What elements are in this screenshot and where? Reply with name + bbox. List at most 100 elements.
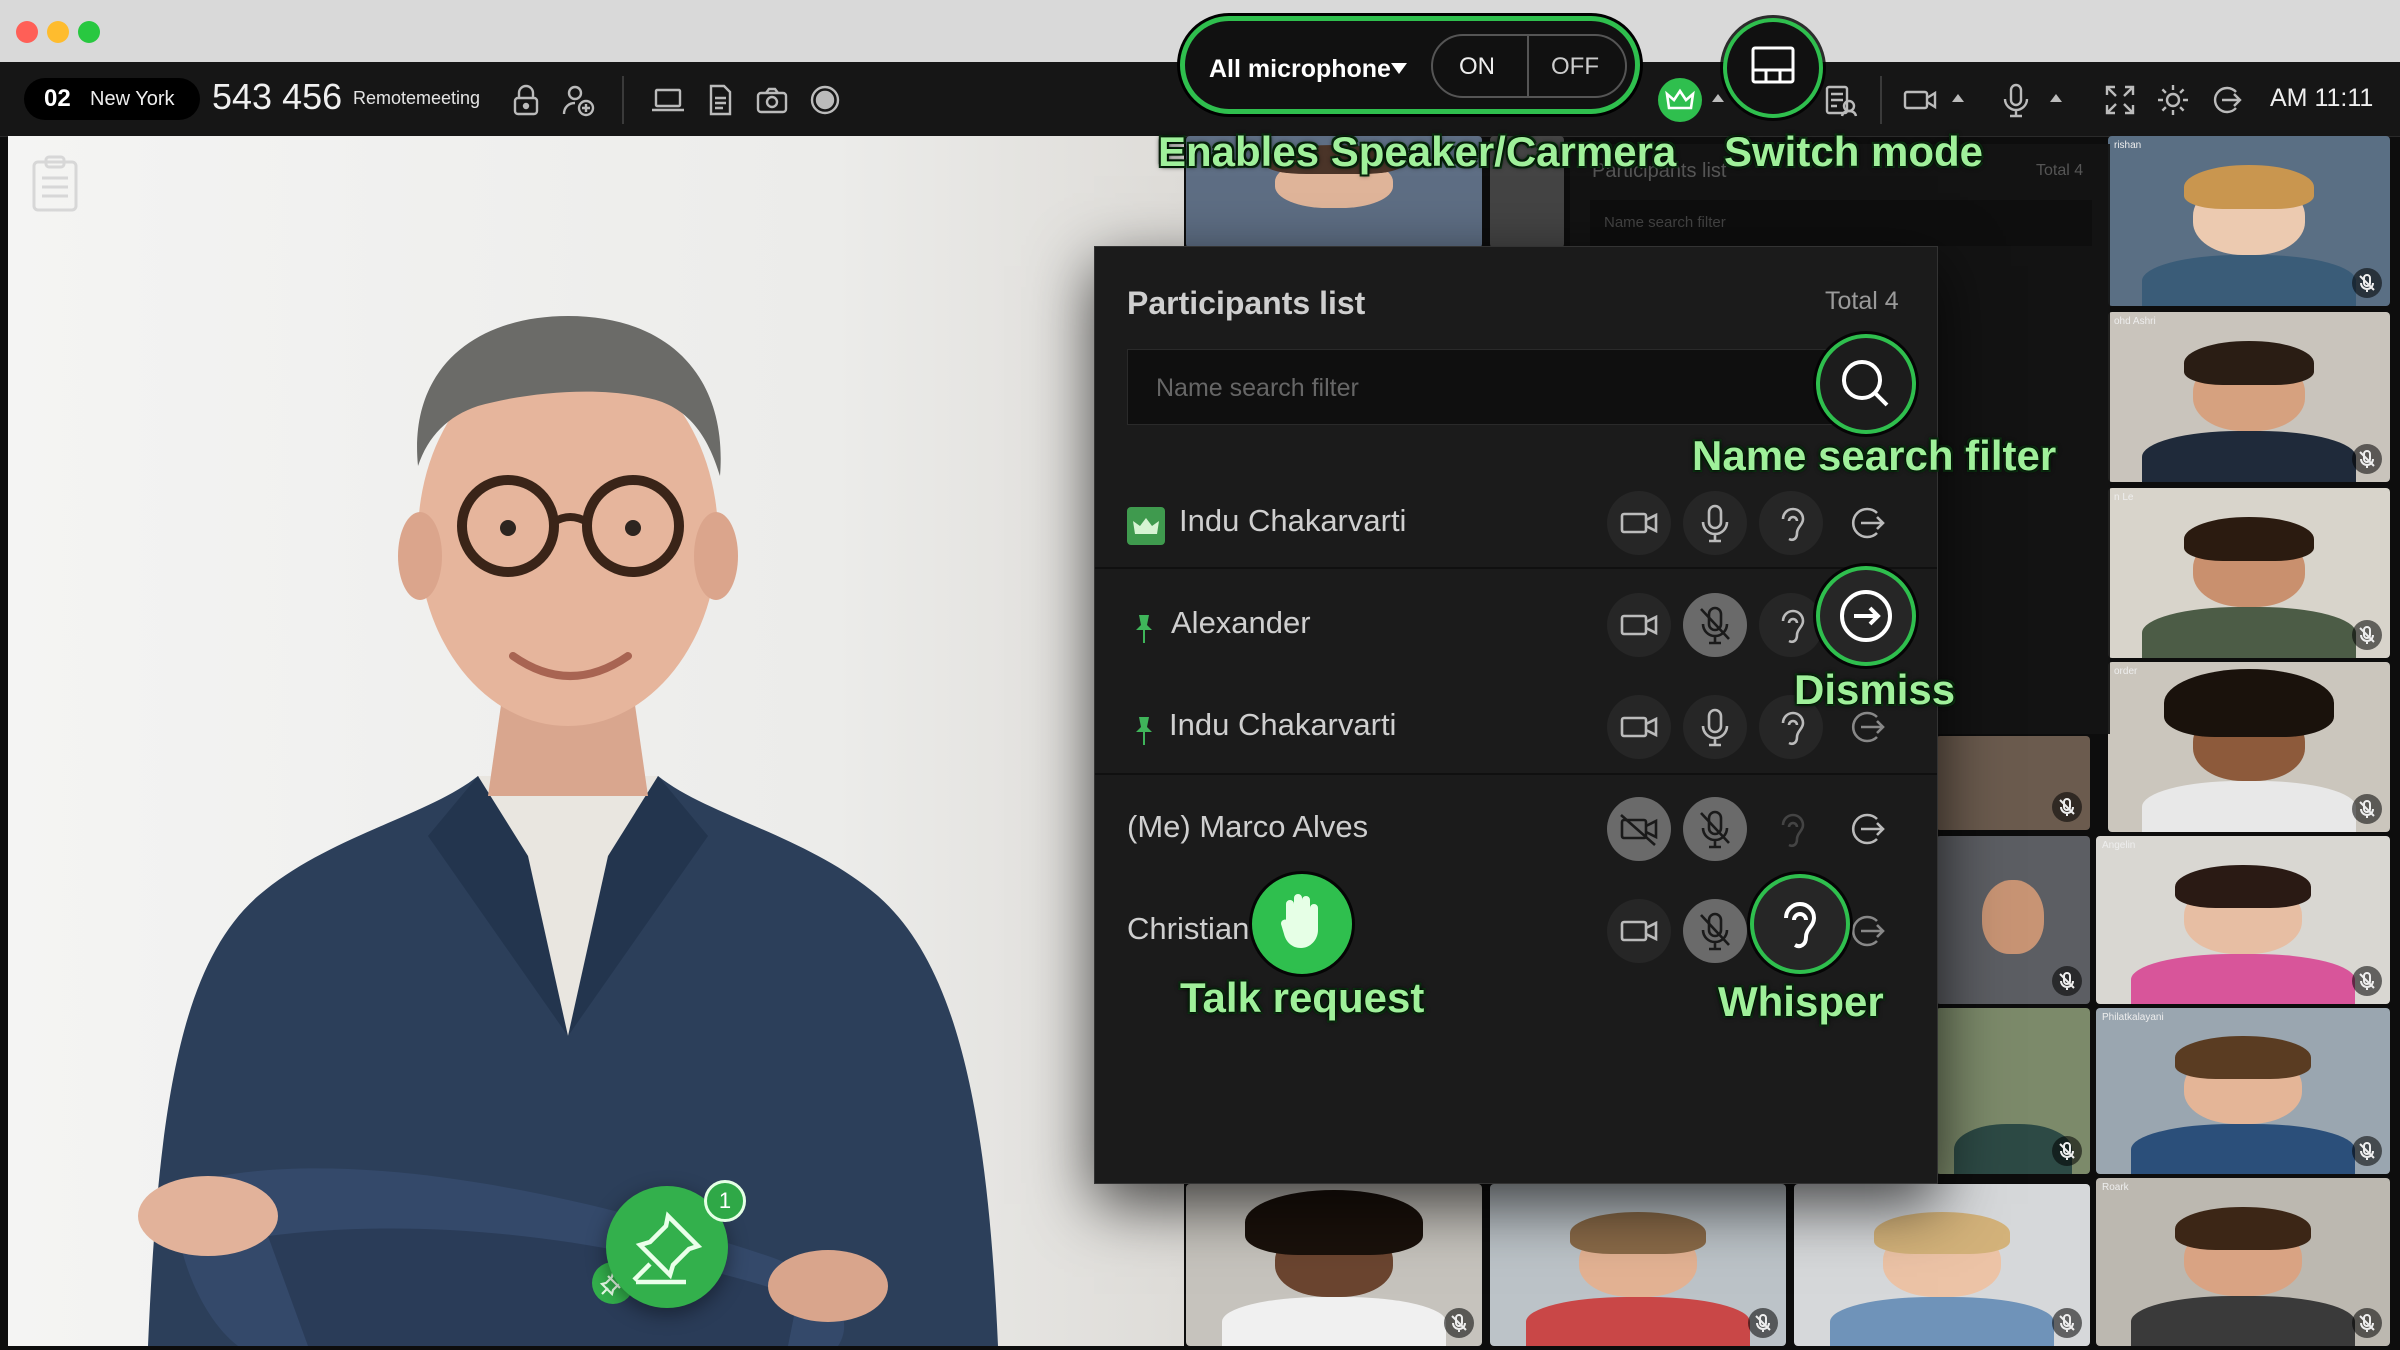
whisper-button[interactable] [1750,874,1850,974]
participant-row[interactable]: Indu Chakarvarti [1095,473,1937,573]
camera-off-button[interactable] [1607,797,1671,861]
mic-toggle-button[interactable] [1683,491,1747,555]
all-microphone-control: All microphone ON OFF [1180,16,1640,114]
callout-talk-request: Talk request [1180,974,1425,1021]
pin-icon [1131,715,1157,747]
callout-dismiss: Dismiss [1794,666,1956,713]
camera-toggle-button[interactable] [1607,491,1671,555]
video-thumbnail[interactable]: rishan [2108,136,2390,306]
callout-whisper: Whisper [1718,978,1884,1025]
toolbar-divider [622,76,624,124]
callout-switch-mode: Switch mode [1724,128,1984,175]
off-button[interactable]: OFF [1551,53,1599,81]
add-participant-icon[interactable] [558,80,598,120]
screen-share-icon[interactable] [648,80,688,120]
gear-icon[interactable] [2153,80,2193,120]
crown-icon [1127,507,1165,545]
row-divider [1095,567,1937,569]
minimize-window-button[interactable] [47,21,69,43]
video-thumbnail[interactable]: ohd Ashri [2108,312,2390,482]
mic-muted-icon [2352,1136,2382,1166]
participant-name: Christian [1127,911,1250,946]
clock: AM 11:11 [2270,84,2374,112]
mic-muted-icon [2352,444,2382,474]
room-number: 02 [44,85,71,112]
zoom-window-button[interactable] [78,21,100,43]
camera-menu-caret[interactable] [1952,94,1964,102]
meeting-id: 543 456 [212,76,343,117]
document-icon[interactable] [700,80,740,120]
switch-mode-button[interactable] [1723,18,1823,118]
record-icon[interactable] [805,80,845,120]
video-thumbnail[interactable]: Philatkalayani [2096,1008,2390,1174]
fab-badge-count: 1 [704,1180,746,1222]
camera-toggle-button[interactable] [1607,593,1671,657]
participants-list-icon[interactable] [1820,80,1860,120]
notes-icon[interactable] [28,154,82,214]
search-icon [1842,360,1889,407]
pin-fab-button[interactable]: 1 [606,1180,746,1308]
all-microphone-label[interactable]: All microphone [1209,55,1391,84]
mic-muted-icon [2352,620,2382,650]
camera-toggle-button[interactable] [1607,695,1671,759]
whisper-ear-button[interactable] [1759,593,1823,657]
layout-grid-icon [1751,46,1795,84]
video-camera-icon[interactable] [1900,80,1940,120]
ear-icon [1784,902,1817,949]
close-window-button[interactable] [16,21,38,43]
video-thumbnail[interactable] [1936,836,2090,1004]
participant-row[interactable]: Alexander [1095,575,1937,675]
panel-title: Participants list [1127,285,1366,321]
back-panel-search: Name search filter [1590,200,2092,246]
camera-toggle-button[interactable] [1607,899,1671,963]
dismiss-button[interactable] [1835,491,1899,555]
row-divider [1095,773,1937,775]
exit-icon[interactable] [2206,80,2246,120]
video-thumbnail[interactable]: n Le [2108,488,2390,658]
participant-row[interactable]: (Me) Marco Alves [1095,779,1937,879]
mic-muted-icon [2052,966,2082,996]
video-thumbnail[interactable]: Angelin [2096,836,2390,1004]
room-pill: 02 New York [24,78,200,120]
video-thumbnail[interactable] [1186,1184,1482,1346]
crown-host-icon[interactable] [1658,78,1702,122]
video-thumbnail[interactable] [1490,1184,1786,1346]
toolbar-divider [1880,76,1882,124]
mic-muted-button[interactable] [1683,797,1747,861]
search-button[interactable] [1816,334,1916,434]
fullscreen-icon[interactable] [2100,80,2140,120]
participants-panel: Participants list Total 4 Name search fi… [1094,246,1938,1184]
mic-muted-icon [2352,966,2382,996]
on-button[interactable]: ON [1459,53,1495,81]
participant-name: (Me) Marco Alves [1127,809,1369,844]
on-off-toggle: ON OFF [1431,34,1627,98]
microphone-icon[interactable] [1996,80,2036,120]
mic-muted-button[interactable] [1683,899,1747,963]
video-thumbnail[interactable] [1794,1184,2090,1346]
toggle-divider [1527,36,1529,96]
whisper-ear-button[interactable] [1759,491,1823,555]
speaker-illustration [138,316,998,1346]
name-search-input[interactable]: Name search filter [1127,349,1851,425]
meeting-name: Remotemeeting [353,88,481,108]
mic-toggle-button[interactable] [1683,695,1747,759]
dismiss-highlight-button[interactable] [1816,566,1916,666]
video-thumbnail[interactable] [1936,1008,2090,1174]
all-microphone-dropdown-icon[interactable] [1391,63,1407,74]
video-thumbnail[interactable] [1936,736,2090,830]
mic-menu-caret[interactable] [2050,94,2062,102]
talk-request-button[interactable] [1252,874,1352,974]
video-thumbnail[interactable]: order [2108,662,2390,832]
mic-muted-button[interactable] [1683,593,1747,657]
host-menu-caret[interactable] [1712,94,1724,102]
panel-total: Total 4 [1825,287,1899,315]
room-city: New York [90,88,175,110]
dismiss-button[interactable] [1835,797,1899,861]
callout-name-search: Name search filter [1692,432,2057,479]
raised-hand-icon [1280,894,1318,948]
back-panel-total: Total 4 [2036,162,2084,179]
callout-enables-speaker: Enables Speaker/Carmera [1158,128,1677,175]
video-thumbnail[interactable]: Roark [2096,1178,2390,1346]
lock-icon[interactable] [506,80,546,120]
camera-snapshot-icon[interactable] [752,80,792,120]
